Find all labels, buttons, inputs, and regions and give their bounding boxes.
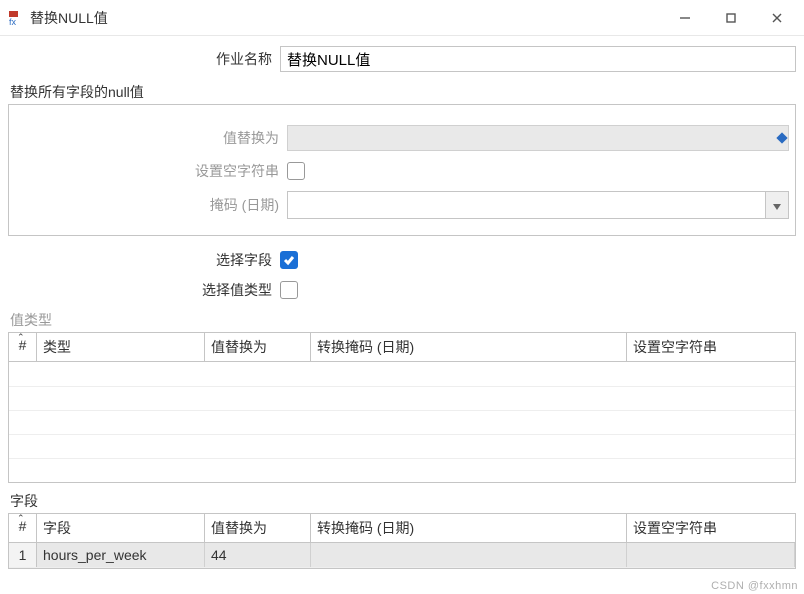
col-replace-header2[interactable]: 值替换为: [205, 514, 311, 542]
select-field-checkbox[interactable]: [280, 251, 298, 269]
row-index: 1: [9, 543, 37, 567]
field-table: ⌃# 字段 值替换为 转换掩码 (日期) 设置空字符串 1 hours_per_…: [8, 513, 796, 569]
svg-text:fx: fx: [9, 17, 17, 26]
mask-date-combo[interactable]: [287, 191, 789, 219]
field-table-title: 字段: [10, 491, 796, 511]
job-name-input[interactable]: [280, 46, 796, 72]
cell-mask[interactable]: [311, 543, 627, 567]
cell-empty[interactable]: [627, 543, 795, 567]
table-row[interactable]: 1 hours_per_week 44: [9, 543, 795, 568]
watermark: CSDN @fxxhmn: [711, 580, 798, 592]
cell-replace[interactable]: 44: [205, 543, 311, 567]
variable-icon: [776, 132, 787, 143]
select-type-checkbox[interactable]: [280, 281, 298, 299]
maximize-button[interactable]: [708, 1, 754, 35]
select-field-label: 选择字段: [8, 250, 280, 270]
replace-with-input: [287, 125, 789, 151]
replace-with-label: 值替换为: [15, 128, 287, 148]
empty-string-checkbox[interactable]: [287, 162, 305, 180]
select-type-label: 选择值类型: [8, 280, 280, 300]
value-type-title: 值类型: [10, 310, 796, 330]
field-table-body[interactable]: 1 hours_per_week 44: [9, 543, 795, 568]
mask-date-dropdown-button[interactable]: [765, 191, 789, 219]
col-mask-header2[interactable]: 转换掩码 (日期): [311, 514, 627, 542]
caret-up-icon: ⌃: [17, 517, 25, 521]
group-all-title: 替换所有字段的null值: [10, 82, 796, 102]
empty-string-label: 设置空字符串: [15, 161, 287, 181]
col-empty-header2[interactable]: 设置空字符串: [627, 514, 795, 542]
col-replace-header[interactable]: 值替换为: [205, 333, 311, 361]
minimize-button[interactable]: [662, 1, 708, 35]
col-empty-header[interactable]: 设置空字符串: [627, 333, 795, 361]
chevron-down-icon: [773, 197, 781, 213]
field-table-header: ⌃# 字段 值替换为 转换掩码 (日期) 设置空字符串: [9, 514, 795, 543]
app-icon: fx: [8, 10, 24, 26]
cell-field[interactable]: hours_per_week: [37, 543, 205, 567]
caret-up-icon: ⌃: [17, 336, 25, 340]
col-field-header[interactable]: 字段: [37, 514, 205, 542]
mask-date-label: 掩码 (日期): [15, 195, 287, 215]
window-titlebar: fx 替换NULL值: [0, 0, 804, 36]
job-name-row: 作业名称: [8, 46, 796, 72]
col-mask-header[interactable]: 转换掩码 (日期): [311, 333, 627, 361]
job-name-label: 作业名称: [8, 49, 280, 69]
window-controls: [662, 1, 800, 35]
col-type-header[interactable]: 类型: [37, 333, 205, 361]
mask-date-field[interactable]: [287, 191, 765, 219]
close-button[interactable]: [754, 1, 800, 35]
group-all-fields: 值替换为 设置空字符串 掩码 (日期): [8, 104, 796, 236]
value-type-body[interactable]: [9, 362, 795, 482]
window-title: 替换NULL值: [30, 8, 662, 28]
value-type-table: ⌃# 类型 值替换为 转换掩码 (日期) 设置空字符串: [8, 332, 796, 483]
value-type-header: ⌃# 类型 值替换为 转换掩码 (日期) 设置空字符串: [9, 333, 795, 362]
